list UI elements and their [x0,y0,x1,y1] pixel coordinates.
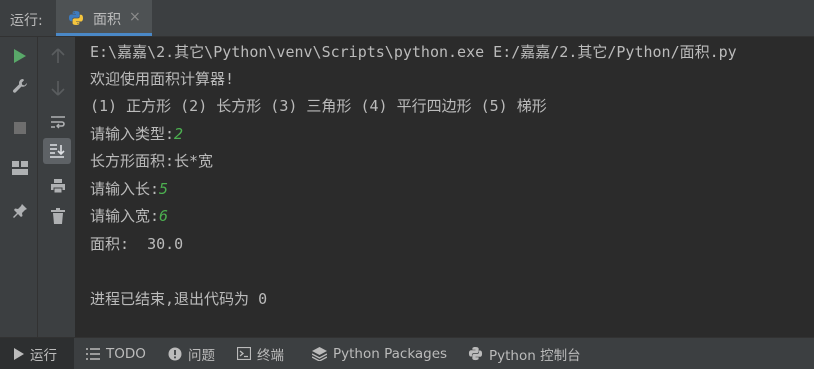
edit-configuration-button[interactable] [9,75,31,97]
tool-window-label: 问题 [188,347,215,364]
clear-all-button[interactable] [47,205,69,227]
stop-button[interactable] [9,117,31,139]
python-icon [468,346,483,361]
trash-icon [51,208,65,224]
arrow-up-icon [51,48,65,63]
run-tool-window-header: 运行: 面积 × [0,0,814,37]
run-window-title: 运行: [10,13,43,29]
tool-window-bar: 运行 TODO 问题 终端 Python Packages Python 控制台 [0,337,814,369]
next-occurrence-button[interactable] [47,77,69,99]
user-input-width: 6 [159,207,169,225]
scroll-to-end-button[interactable] [43,138,71,164]
tool-window-label: 运行 [30,347,57,364]
tool-window-python-console[interactable]: Python 控制台 [468,338,581,369]
tab-title: 面积 [93,12,121,28]
console-line-exit: 进程已结束,退出代码为 0 [90,290,268,308]
soft-wrap-button[interactable] [47,111,69,133]
tool-window-label: 终端 [257,347,284,364]
prompt-text: 请输入类型: [90,125,175,143]
scroll-to-end-icon [50,144,65,158]
rerun-button[interactable] [9,45,31,67]
tool-window-python-packages[interactable]: Python Packages [312,338,447,369]
play-icon [14,49,26,63]
tool-window-terminal[interactable]: 终端 [237,338,284,369]
tool-window-todo[interactable]: TODO [86,338,146,369]
console-line-command: E:\嘉嘉\2.其它\Python\venv\Scripts\python.ex… [90,43,737,61]
stop-icon [14,122,26,134]
console-actions-toolbar [38,37,76,337]
printer-icon [51,179,65,194]
layout-button[interactable] [9,157,31,179]
soft-wrap-icon [51,116,65,129]
tool-window-label: Python Packages [333,345,448,362]
print-button[interactable] [47,175,69,197]
pin-icon [13,203,27,218]
info-icon [168,347,182,360]
close-tab-icon[interactable]: × [129,9,141,25]
play-icon [14,347,24,360]
console-line-welcome: 欢迎使用面积计算器! [90,70,235,88]
pin-tab-button[interactable] [9,199,31,221]
tool-window-label: TODO [106,345,146,362]
arrow-down-icon [51,81,65,96]
list-icon [86,347,100,360]
tab-area-script[interactable]: 面积 × [56,0,152,36]
layout-icon [12,161,28,175]
console-line-result: 面积: 30.0 [90,235,184,253]
python-icon [68,10,84,26]
console-output[interactable]: E:\嘉嘉\2.其它\Python\venv\Scripts\python.ex… [76,37,814,337]
console-line-formula: 长方形面积:长*宽 [90,152,214,170]
run-actions-toolbar [0,37,38,337]
user-input-type: 2 [174,125,184,143]
console-line-width-prompt: 请输入宽:6 [90,205,168,226]
prompt-text: 请输入长: [90,180,160,198]
layers-icon [312,346,327,361]
tool-window-label: Python 控制台 [489,347,581,364]
prompt-text: 请输入宽: [90,207,160,225]
console-line-options: (1) 正方形 (2) 长方形 (3) 三角形 (4) 平行四边形 (5) 梯形 [90,97,547,115]
wrench-icon [13,79,27,93]
user-input-length: 5 [159,180,169,198]
tool-window-problems[interactable]: 问题 [168,338,215,369]
console-line-type-prompt: 请输入类型:2 [90,123,183,144]
console-line-length-prompt: 请输入长:5 [90,178,168,199]
terminal-icon [237,347,251,360]
previous-occurrence-button[interactable] [47,45,69,67]
tool-window-run[interactable]: 运行 [0,338,74,369]
